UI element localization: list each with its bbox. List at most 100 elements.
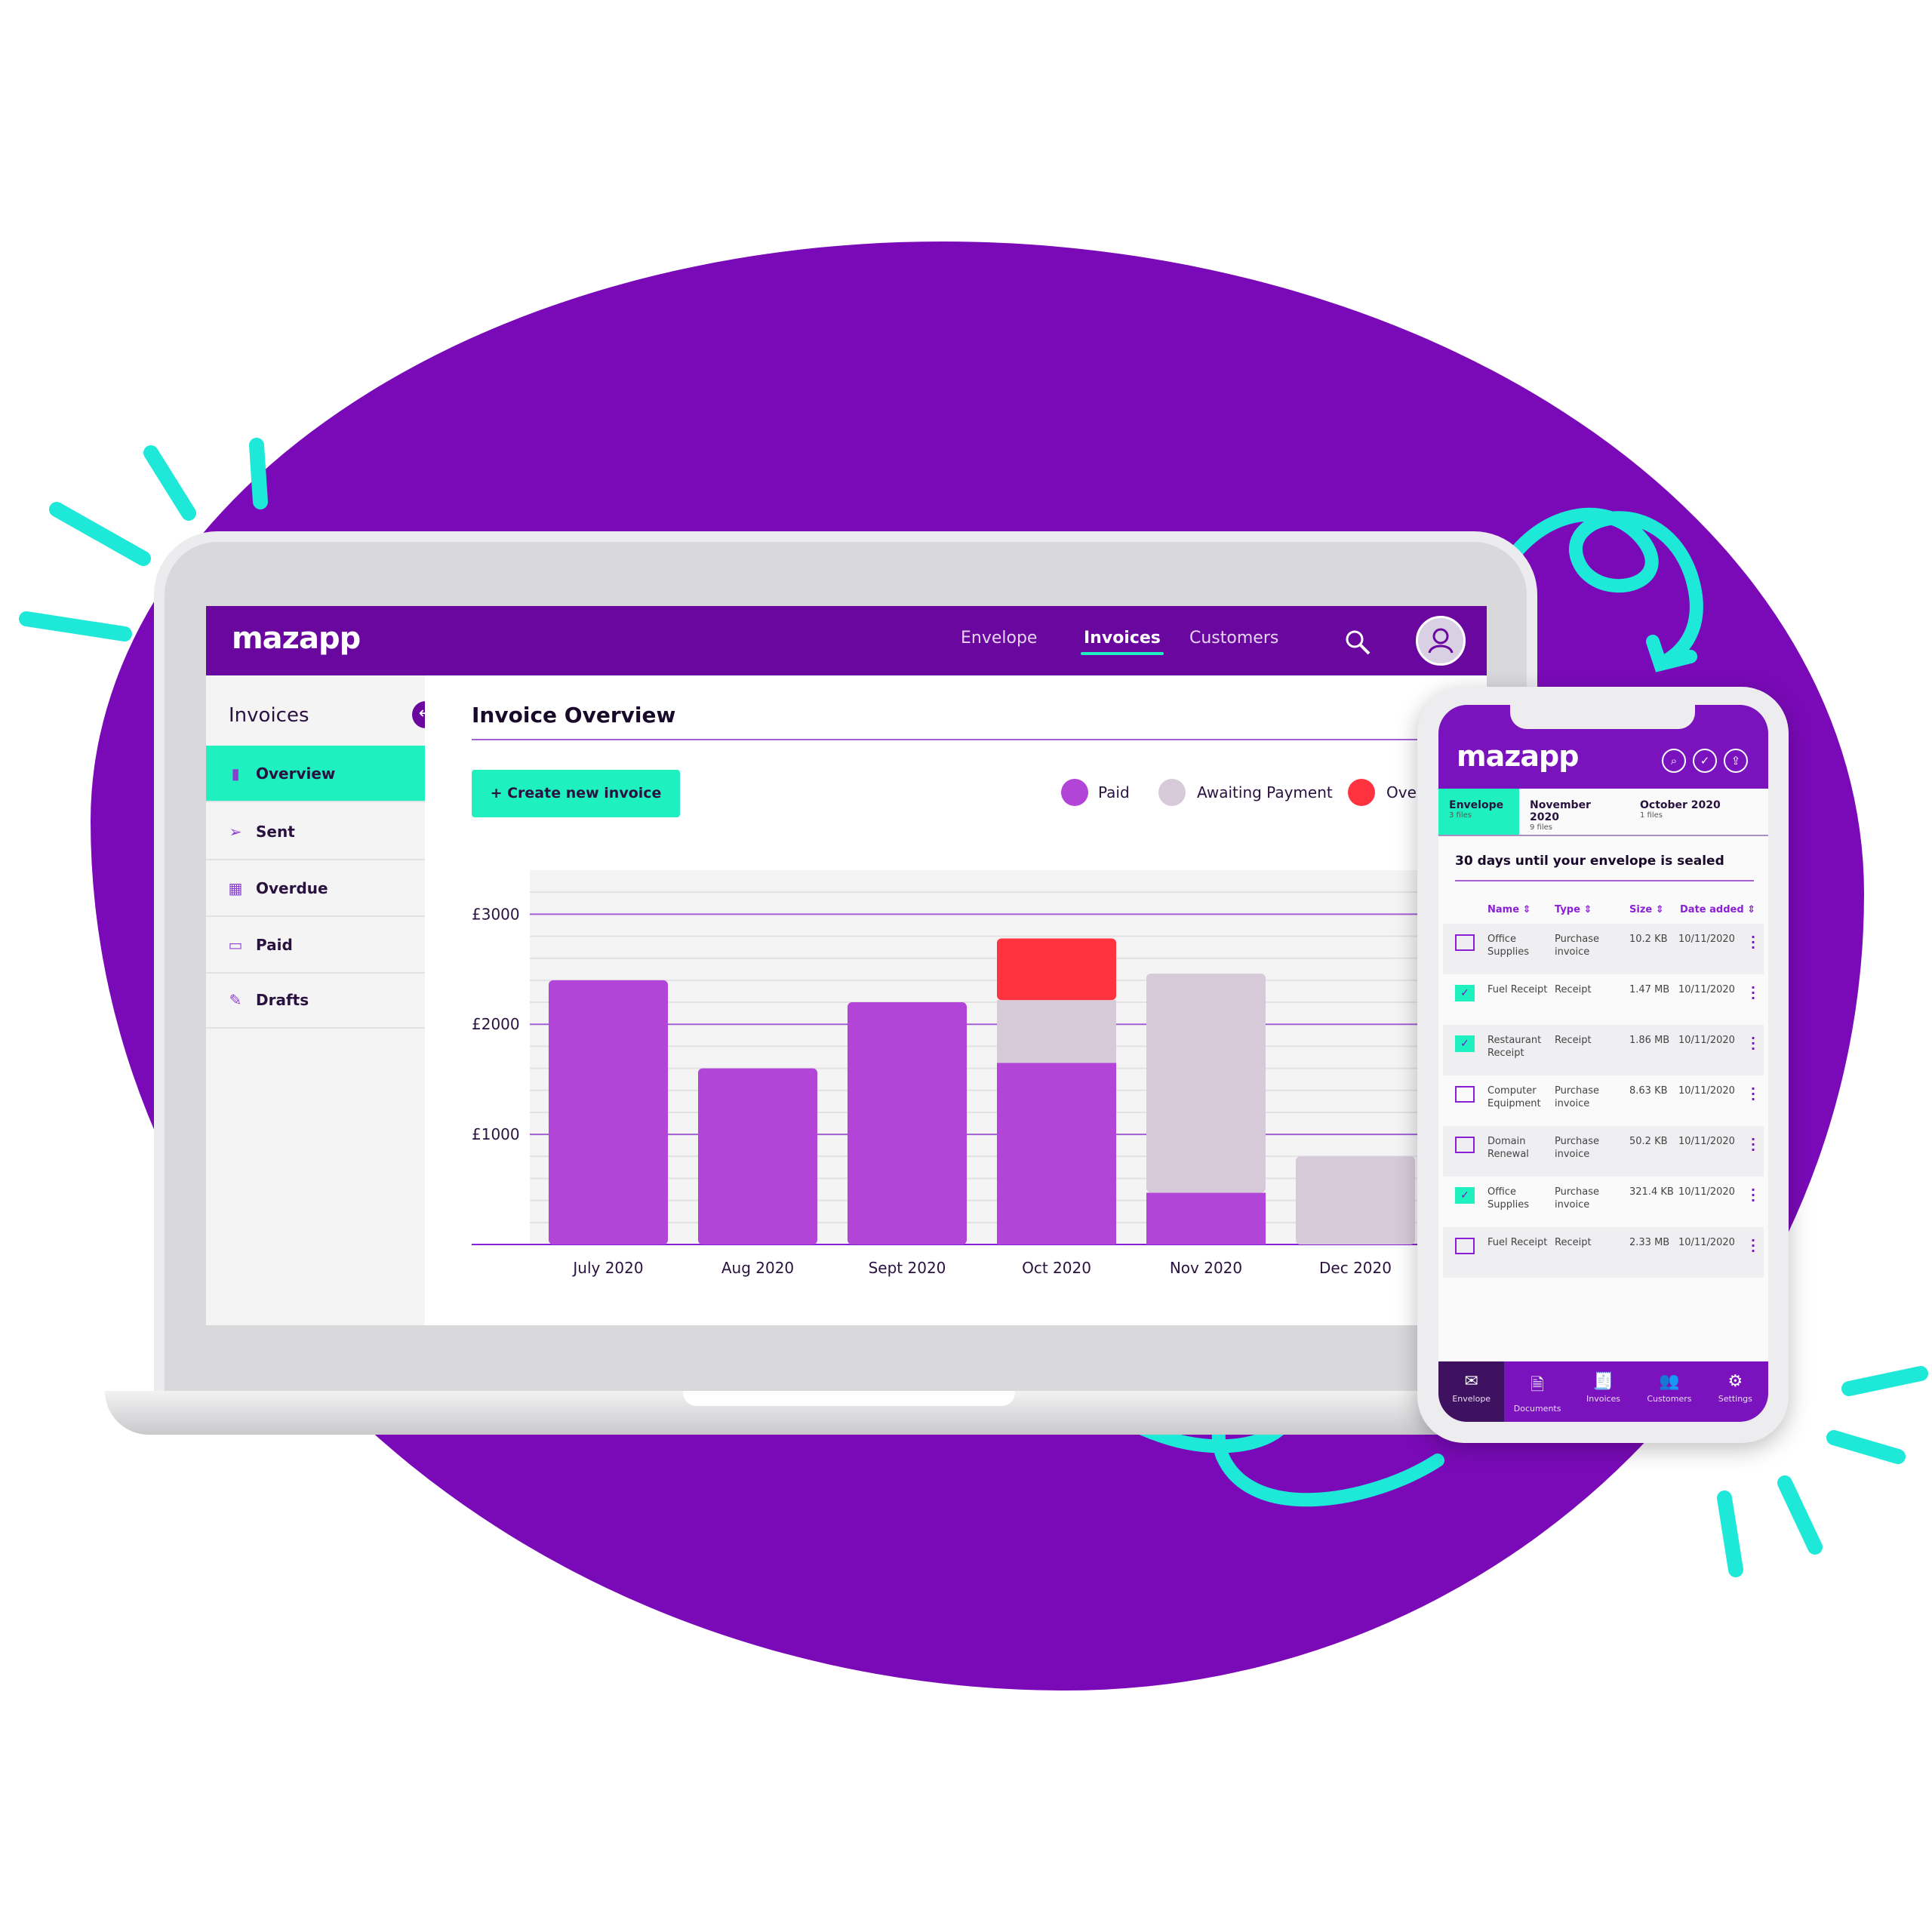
avatar[interactable] [1416, 616, 1466, 666]
x-tick-label: Nov 2020 [1170, 1259, 1242, 1277]
table-row[interactable]: Computer Equipment Purchase invoice 8.63… [1443, 1075, 1764, 1126]
nav-invoices[interactable]: Invoices [1081, 629, 1164, 655]
table-row[interactable]: Office Supplies Purchase invoice 10.2 KB… [1443, 924, 1764, 974]
file-date: 10/11/2020 [1678, 984, 1735, 995]
more-options-icon[interactable]: · · · [1751, 931, 1755, 954]
row-checkbox[interactable] [1455, 1086, 1475, 1103]
nav-customers[interactable]: Customers [1189, 629, 1278, 648]
x-tick-label: Dec 2020 [1319, 1259, 1392, 1277]
bottom-nav-label: Documents [1513, 1404, 1561, 1414]
sidebar-item-label: Sent [256, 822, 295, 841]
file-name: Office Supplies [1487, 1186, 1529, 1211]
bottom-nav-customers[interactable]: 👥 Customers [1636, 1361, 1702, 1422]
row-checkbox[interactable] [1455, 1238, 1475, 1254]
tab-november-2020[interactable]: November 2020 9 files [1519, 789, 1629, 835]
file-type: Receipt [1555, 984, 1592, 995]
phone-logo[interactable]: mazapp [1457, 740, 1579, 773]
bar-chart-icon: ▮ [231, 764, 240, 783]
sidebar-item-drafts[interactable]: ✎ Drafts [206, 972, 425, 1029]
row-checkbox[interactable] [1455, 934, 1475, 951]
tab-envelope[interactable]: Envelope 3 files [1438, 789, 1519, 835]
bottom-nav-label: Envelope [1452, 1394, 1491, 1404]
column-size[interactable]: Size ⇕ [1629, 904, 1664, 915]
sidebar-item-sent[interactable]: ➢ Sent [206, 804, 425, 860]
sidebar-item-label: Overview [256, 764, 336, 783]
bottom-nav-envelope[interactable]: ✉ Envelope [1438, 1361, 1505, 1422]
bottom-nav-documents[interactable]: 🗎 Documents [1504, 1361, 1570, 1422]
bottom-nav-label: Invoices [1586, 1394, 1621, 1404]
x-tick-label: Aug 2020 [721, 1259, 794, 1277]
phone-frame: mazapp ⌕ ✓ ⇪ Envelope 3 files November 20… [1417, 687, 1789, 1443]
file-size: 321.4 KB [1629, 1186, 1674, 1198]
sidebar: Invoices ← ▮Overview ➢Sent ▦Overdue ▭Pai… [206, 675, 439, 1325]
top-nav-bar: mazapp Envelope Invoices Customers [206, 606, 1487, 675]
row-checkbox[interactable]: ✓ [1455, 985, 1475, 1001]
invoice-icon: 🧾 [1592, 1372, 1614, 1391]
laptop-hinge [683, 1391, 1015, 1406]
file-date: 10/11/2020 [1678, 1035, 1735, 1046]
upload-icon[interactable]: ⇪ [1724, 749, 1748, 773]
more-options-icon[interactable]: · · · [1751, 1134, 1755, 1156]
logo[interactable]: mazapp [232, 621, 361, 656]
y-tick-label: £1000 [472, 1125, 520, 1143]
table-row[interactable]: ✓ Fuel Receipt Receipt 1.47 MB 10/11/202… [1443, 974, 1764, 1025]
user-icon [1428, 628, 1454, 654]
laptop-screen: mazapp Envelope Invoices Customers Invoi… [206, 606, 1487, 1325]
table-row[interactable]: ✓ Office Supplies Purchase invoice 321.4… [1443, 1177, 1764, 1227]
x-tick-label: July 2020 [571, 1259, 643, 1277]
y-tick-label: £2000 [472, 1015, 520, 1033]
more-options-icon[interactable]: · · · [1751, 1235, 1755, 1257]
bar-overdue [997, 938, 1116, 1001]
more-options-icon[interactable]: · · · [1751, 1032, 1755, 1055]
row-checkbox[interactable]: ✓ [1455, 1035, 1475, 1052]
table-row[interactable]: Domain Renewal Purchase invoice 50.2 KB … [1443, 1126, 1764, 1177]
file-date: 10/11/2020 [1678, 1237, 1735, 1248]
sidebar-item-label: Drafts [256, 990, 309, 1009]
check-icon[interactable]: ✓ [1693, 749, 1717, 773]
file-date: 10/11/2020 [1678, 1136, 1735, 1147]
sidebar-item-label: Paid [256, 935, 293, 954]
file-name: Domain Renewal [1487, 1136, 1529, 1160]
tab-october-2020[interactable]: October 2020 1 files [1629, 789, 1750, 835]
gear-icon: ⚙ [1727, 1372, 1743, 1391]
bar-awaiting-payment [1146, 974, 1266, 1193]
bar-awaiting-payment [1296, 1156, 1415, 1244]
file-size: 2.33 MB [1629, 1237, 1670, 1248]
more-options-icon[interactable]: · · · [1751, 1083, 1755, 1106]
phone-screen: mazapp ⌕ ✓ ⇪ Envelope 3 files November 20… [1438, 705, 1768, 1422]
file-date: 10/11/2020 [1678, 1186, 1735, 1198]
sidebar-item-overdue[interactable]: ▦ Overdue [206, 860, 425, 917]
invoice-chart: £1000 £2000 £3000 July 2020 Aug 2020 Sept 202… [472, 870, 1487, 1277]
nav-envelope[interactable]: Envelope [961, 629, 1037, 648]
bottom-nav: ✉ Envelope 🗎 Documents 🧾 Invoices 👥 Customers ⚙ S… [1438, 1361, 1768, 1422]
bar-paid [997, 1063, 1116, 1244]
file-size: 8.63 KB [1629, 1085, 1668, 1097]
main-content: Invoice Overview + Create new invoice Pa… [425, 675, 1487, 1325]
sidebar-item-paid[interactable]: ▭ Paid [206, 917, 425, 974]
search-icon[interactable]: ⌕ [1662, 749, 1686, 773]
bar-paid [698, 1068, 817, 1244]
row-checkbox[interactable] [1455, 1137, 1475, 1153]
column-type[interactable]: Type ⇕ [1555, 904, 1592, 915]
more-options-icon[interactable]: · · · [1751, 1184, 1755, 1207]
row-checkbox[interactable]: ✓ [1455, 1187, 1475, 1204]
envelope-notice: 30 days until your envelope is sealed [1455, 854, 1724, 869]
file-type: Purchase invoice [1555, 1136, 1600, 1160]
file-type: Receipt [1555, 1035, 1592, 1046]
x-tick-label: Oct 2020 [1022, 1259, 1091, 1277]
search-icon[interactable] [1344, 629, 1371, 656]
bottom-nav-invoices[interactable]: 🧾 Invoices [1571, 1361, 1636, 1422]
sidebar-title: Invoices [229, 704, 309, 727]
file-name: Restaurant Receipt [1487, 1035, 1542, 1059]
credit-card-icon: ▭ [228, 935, 243, 954]
more-options-icon[interactable]: · · · [1751, 982, 1755, 1004]
table-row[interactable]: Fuel Receipt Receipt 2.33 MB 10/11/2020 … [1443, 1227, 1764, 1278]
column-date-added[interactable]: Date added ⇕ [1680, 904, 1755, 915]
sidebar-item-overview[interactable]: ▮ Overview [206, 746, 425, 802]
table-row[interactable]: ✓ Restaurant Receipt Receipt 1.86 MB 10/… [1443, 1025, 1764, 1075]
file-size: 50.2 KB [1629, 1136, 1668, 1147]
column-name[interactable]: Name ⇕ [1487, 904, 1531, 915]
file-type: Purchase invoice [1555, 934, 1600, 958]
y-tick-label: £3000 [472, 905, 520, 923]
bottom-nav-settings[interactable]: ⚙ Settings [1703, 1361, 1768, 1422]
